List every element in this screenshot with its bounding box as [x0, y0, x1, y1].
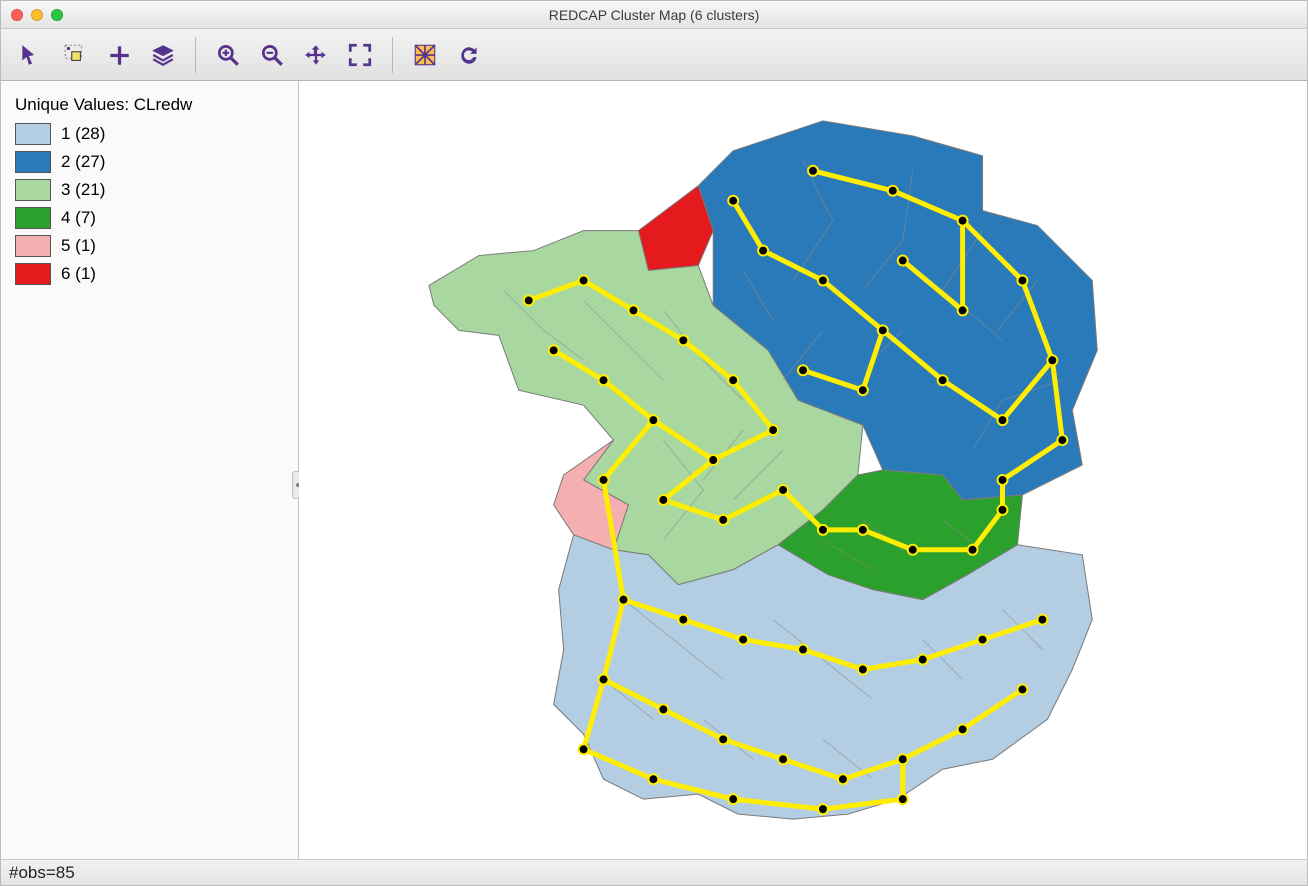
maximize-icon[interactable] [51, 9, 63, 21]
toolbar [1, 29, 1307, 81]
legend-label: 2 (27) [61, 152, 105, 172]
legend-item-3[interactable]: 3 (21) [15, 179, 288, 201]
zoom-out-tool[interactable] [252, 35, 292, 75]
legend-item-1[interactable]: 1 (28) [15, 123, 288, 145]
intersect-tool[interactable] [405, 35, 445, 75]
window-title: REDCAP Cluster Map (6 clusters) [1, 7, 1307, 23]
cluster-region-1 [554, 535, 1093, 819]
select-rect-tool[interactable] [55, 35, 95, 75]
minimize-icon[interactable] [31, 9, 43, 21]
legend-swatch [15, 207, 51, 229]
legend-label: 3 (21) [61, 180, 105, 200]
titlebar: REDCAP Cluster Map (6 clusters) [1, 1, 1307, 29]
legend-label: 4 (7) [61, 208, 96, 228]
legend-item-6[interactable]: 6 (1) [15, 263, 288, 285]
map-canvas[interactable] [299, 81, 1307, 859]
map-svg [299, 81, 1307, 859]
toolbar-separator [392, 37, 393, 73]
legend-panel: Unique Values: CLredw 1 (28) 2 (27) 3 (21)… [1, 81, 299, 859]
legend-item-4[interactable]: 4 (7) [15, 207, 288, 229]
legend-item-5[interactable]: 5 (1) [15, 235, 288, 257]
legend-item-2[interactable]: 2 (27) [15, 151, 288, 173]
legend-title: Unique Values: CLredw [15, 95, 288, 115]
status-bar: #obs=85 [1, 859, 1307, 885]
refresh-tool[interactable] [449, 35, 489, 75]
cluster-region-6 [638, 186, 713, 271]
legend-swatch [15, 235, 51, 257]
layers-tool[interactable] [143, 35, 183, 75]
add-tool[interactable] [99, 35, 139, 75]
legend-label: 6 (1) [61, 264, 96, 284]
legend-swatch [15, 179, 51, 201]
legend-swatch [15, 151, 51, 173]
pan-tool[interactable] [296, 35, 336, 75]
full-extent-tool[interactable] [340, 35, 380, 75]
obs-count: #obs=85 [9, 863, 75, 883]
pointer-tool[interactable] [11, 35, 51, 75]
legend-swatch [15, 123, 51, 145]
toolbar-separator [195, 37, 196, 73]
legend-label: 1 (28) [61, 124, 105, 144]
window-controls [11, 9, 63, 21]
legend-label: 5 (1) [61, 236, 96, 256]
legend: Unique Values: CLredw 1 (28) 2 (27) 3 (21)… [1, 81, 298, 301]
legend-swatch [15, 263, 51, 285]
close-icon[interactable] [11, 9, 23, 21]
zoom-in-tool[interactable] [208, 35, 248, 75]
content-area: Unique Values: CLredw 1 (28) 2 (27) 3 (21)… [1, 81, 1307, 859]
